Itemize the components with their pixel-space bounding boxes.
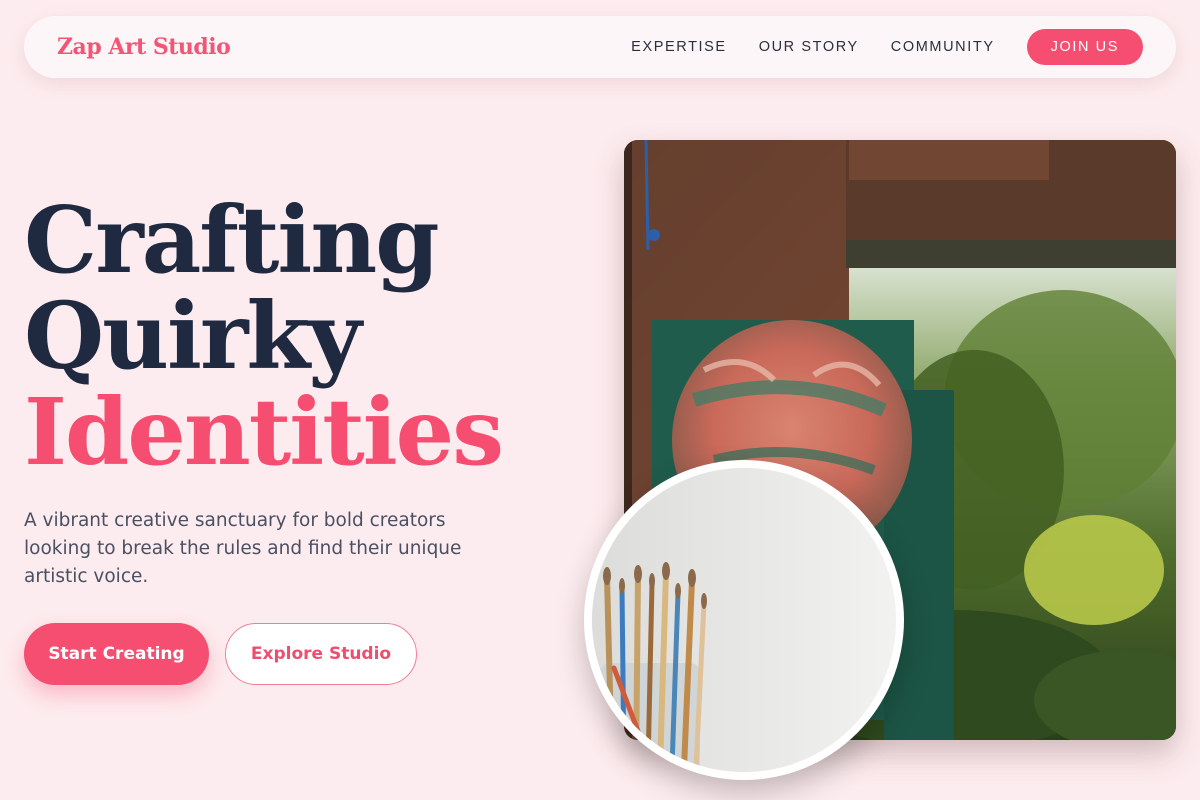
hero-title-line-2: Quirky	[24, 282, 362, 390]
paintbrushes-jar-image	[584, 460, 904, 780]
hero-title-line-3: Identities	[24, 378, 504, 486]
top-navbar: Zap Art Studio EXPERTISE OUR STORY COMMU…	[24, 16, 1176, 78]
join-us-button[interactable]: JOIN US	[1026, 29, 1143, 65]
nav-link-community[interactable]: COMMUNITY	[891, 39, 995, 55]
nav-links: EXPERTISE OUR STORY COMMUNITY JOIN US	[631, 29, 1143, 65]
explore-studio-button[interactable]: Explore Studio	[225, 623, 417, 685]
hero-title-line-1: Crafting	[24, 186, 440, 294]
hero-description: A vibrant creative sanctuary for bold cr…	[24, 510, 462, 587]
start-creating-button[interactable]: Start Creating	[24, 623, 209, 685]
nav-link-expertise[interactable]: EXPERTISE	[631, 39, 727, 55]
nav-link-our-story[interactable]: OUR STORY	[759, 39, 859, 55]
hero-title: Crafting Quirky Identities	[24, 186, 504, 486]
logo[interactable]: Zap Art Studio	[57, 34, 231, 60]
